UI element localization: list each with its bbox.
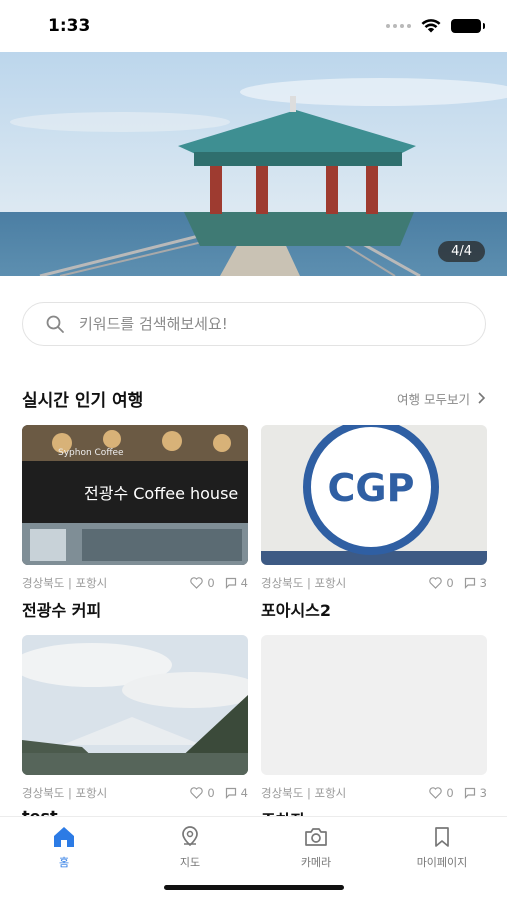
card-stats: 0 3 <box>429 786 487 800</box>
card-location: 경상북도 | 포항시 <box>261 576 347 590</box>
search-input[interactable] <box>79 315 439 333</box>
chevron-right-icon <box>478 392 486 404</box>
card-meta: 경상북도 | 포항시 0 3 <box>261 575 487 591</box>
comment-count: 4 <box>240 576 248 590</box>
cgp-logo-photo: CGP <box>261 425 487 565</box>
card-stats: 0 4 <box>190 576 248 590</box>
comment-icon <box>464 787 475 799</box>
card-meta: 경상북도 | 포항시 0 3 <box>261 785 487 801</box>
heart-icon <box>190 577 204 589</box>
comment-icon <box>225 787 236 799</box>
card-stats: 0 3 <box>429 576 487 590</box>
heart-icon <box>429 577 443 589</box>
popular-section-header: 실시간 인기 여행 여행 모두보기 <box>22 384 486 412</box>
home-indicator <box>164 885 344 890</box>
search-icon <box>46 315 64 333</box>
battery-icon <box>451 18 485 33</box>
blank-photo <box>261 635 487 775</box>
pavilion-photo <box>0 52 507 276</box>
heart-icon <box>429 787 443 799</box>
card-location: 경상북도 | 포항시 <box>22 576 108 590</box>
sign-text: 전광수 Coffee house <box>84 484 238 503</box>
nav-home-label: 홈 <box>58 856 70 869</box>
bookmark-icon <box>435 827 449 847</box>
comment-icon <box>225 577 236 589</box>
status-bar: 1:33 <box>0 0 507 52</box>
trip-card[interactable]: CGP 경상북도 | 포항시 0 3 포아시스2 <box>261 425 487 621</box>
nav-camera-label: 카메라 <box>300 856 332 869</box>
nav-map-label: 지도 <box>179 856 201 869</box>
view-all-link[interactable]: 여행 모두보기 <box>397 389 486 408</box>
card-meta: 경상북도 | 포항시 0 4 <box>22 785 248 801</box>
card-meta: 경상북도 | 포항시 0 4 <box>22 575 248 591</box>
carousel-counter: 4/4 <box>438 241 485 262</box>
search-bar[interactable] <box>22 302 486 346</box>
hero-carousel[interactable]: 4/4 <box>0 52 507 276</box>
sign-small-text: Syphon Coffee <box>58 448 124 458</box>
comment-icon <box>464 577 475 589</box>
cgp-text: CGP <box>328 466 415 510</box>
card-title: 포아시스2 <box>261 601 332 620</box>
nav-camera[interactable]: 카메라 <box>266 825 366 870</box>
trip-card[interactable]: Syphon Coffee 전광수 Coffee house 경상북도 | 포항… <box>22 425 248 621</box>
nav-map[interactable]: 지도 <box>140 825 240 870</box>
card-location: 경상북도 | 포항시 <box>22 786 108 800</box>
comment-count: 4 <box>240 786 248 800</box>
comment-count: 3 <box>479 576 487 590</box>
nav-mypage-label: 마이페이지 <box>416 856 468 869</box>
like-count: 0 <box>207 786 215 800</box>
card-stats: 0 4 <box>190 786 248 800</box>
nav-mypage[interactable]: 마이페이지 <box>392 825 492 870</box>
status-icons <box>386 18 485 33</box>
map-pin-icon <box>182 826 198 847</box>
like-count: 0 <box>446 786 454 800</box>
heart-icon <box>190 787 204 799</box>
mountain-photo <box>22 635 248 775</box>
status-time: 1:33 <box>48 16 91 36</box>
signal-icon <box>386 23 411 28</box>
coffee-shop-photo: Syphon Coffee 전광수 Coffee house <box>22 425 248 565</box>
like-count: 0 <box>446 576 454 590</box>
wifi-icon <box>421 19 441 33</box>
section-title: 실시간 인기 여행 <box>22 390 144 411</box>
trip-card[interactable]: 경상북도 | 포항시 0 4 test <box>22 635 248 826</box>
like-count: 0 <box>207 576 215 590</box>
view-all-label: 여행 모두보기 <box>397 391 470 407</box>
card-title: 전광수 커피 <box>22 601 102 620</box>
comment-count: 3 <box>479 786 487 800</box>
home-icon <box>54 827 74 847</box>
trip-card[interactable]: 경상북도 | 포항시 0 3 주차장 <box>261 635 487 831</box>
card-location: 경상북도 | 포항시 <box>261 786 347 800</box>
camera-icon <box>305 828 327 846</box>
nav-home[interactable]: 홈 <box>14 825 114 870</box>
